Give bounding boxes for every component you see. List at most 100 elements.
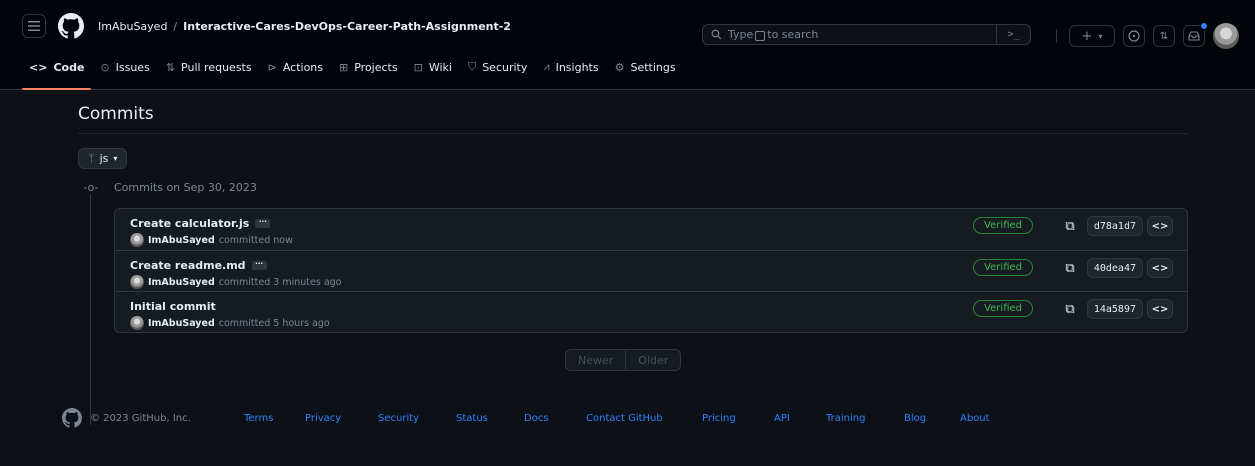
- expand-ellipsis-button[interactable]: ···: [255, 219, 271, 228]
- menu-button[interactable]: [22, 14, 46, 38]
- tab-wiki[interactable]: ⊡ Wiki: [407, 52, 459, 82]
- tab-issues[interactable]: ⊙ Issues: [93, 52, 156, 82]
- tab-label: Issues: [115, 60, 150, 74]
- header-actions: + ▾ ⇅: [1052, 22, 1239, 49]
- divider: [1056, 29, 1057, 43]
- browse-files-button[interactable]: <>: [1147, 299, 1173, 319]
- browse-files-button[interactable]: <>: [1147, 258, 1173, 278]
- breadcrumb: ImAbuSayed / Interactive-Cares-DevOps-Ca…: [98, 20, 511, 33]
- copy-sha-button[interactable]: ⧉: [1053, 299, 1087, 319]
- commit-author-link[interactable]: ImAbuSayed: [148, 318, 215, 329]
- commit-time: committed 3 minutes ago: [218, 276, 342, 288]
- footer-link-docs[interactable]: Docs: [524, 413, 586, 424]
- caret-down-icon: ▾: [113, 154, 118, 163]
- footer-link-about[interactable]: About: [960, 413, 990, 424]
- newer-button[interactable]: Newer: [566, 350, 625, 370]
- footer-link-blog[interactable]: Blog: [904, 413, 960, 424]
- search-icon: [711, 29, 722, 40]
- pull-requests-button[interactable]: ⇅: [1153, 25, 1175, 47]
- repo-owner-link[interactable]: ImAbuSayed: [98, 20, 167, 33]
- commit-author-link[interactable]: ImAbuSayed: [148, 235, 215, 246]
- issues-button[interactable]: [1123, 25, 1145, 47]
- issue-circle-icon: [1128, 30, 1140, 42]
- code-icon: <>: [29, 60, 48, 74]
- commit-sha-link[interactable]: d78a1d7: [1086, 216, 1143, 236]
- tab-label: Security: [482, 60, 528, 74]
- shield-icon: ⛉: [467, 60, 477, 73]
- pagination: Newer Older: [565, 349, 682, 371]
- slash-key-icon: /: [755, 30, 766, 41]
- repo-name-link[interactable]: Interactive-Cares-DevOps-Career-Path-Ass…: [183, 20, 511, 33]
- footer-link-terms[interactable]: Terms: [244, 413, 305, 424]
- footer-link-training[interactable]: Training: [826, 413, 904, 424]
- caret-down-icon: ▾: [1098, 31, 1103, 41]
- commit-sha-link[interactable]: 14a5897: [1086, 299, 1143, 319]
- author-avatar[interactable]: [130, 233, 144, 247]
- breadcrumb-separator: /: [173, 19, 178, 33]
- footer-link-privacy[interactable]: Privacy: [305, 413, 378, 424]
- commit-row: Create readme.md ··· ImAbuSayed committe…: [115, 250, 1187, 291]
- footer-link-pricing[interactable]: Pricing: [702, 413, 774, 424]
- commit-author-link[interactable]: ImAbuSayed: [148, 277, 215, 288]
- tab-label: Projects: [354, 60, 398, 74]
- expand-ellipsis-button[interactable]: ···: [251, 261, 267, 270]
- timeline-line: [90, 185, 91, 425]
- commit-group-header: -o- Commits on Sep 30, 2023: [82, 181, 257, 194]
- verified-badge[interactable]: Verified: [973, 300, 1033, 317]
- tab-projects[interactable]: ⊞ Projects: [332, 52, 405, 82]
- footer-link-security[interactable]: Security: [378, 413, 456, 424]
- notification-dot: [1200, 22, 1208, 30]
- tab-code[interactable]: <> Code: [22, 52, 92, 90]
- commit-message-link[interactable]: Create readme.md: [130, 259, 246, 272]
- verified-badge[interactable]: Verified: [973, 217, 1033, 234]
- footer-link-status[interactable]: Status: [456, 413, 524, 424]
- table-icon: ⊞: [339, 60, 349, 74]
- code-icon: <>: [1151, 303, 1169, 315]
- pull-request-icon: ⇅: [165, 60, 176, 74]
- tab-pull-requests[interactable]: ⇅ Pull requests: [159, 52, 259, 82]
- branch-icon: ᛘ: [88, 152, 95, 165]
- tab-actions[interactable]: ⊳ Actions: [261, 52, 330, 82]
- commit-message-link[interactable]: Create calculator.js: [130, 217, 249, 230]
- tab-settings[interactable]: ⚙ Settings: [608, 52, 683, 82]
- footer-link-contact[interactable]: Contact GitHub: [586, 413, 702, 424]
- author-avatar[interactable]: [130, 275, 144, 289]
- commit-sha-link[interactable]: 40dea47: [1086, 258, 1143, 278]
- tab-insights[interactable]: ⩘ Insights: [536, 52, 605, 82]
- verified-badge[interactable]: Verified: [973, 259, 1033, 276]
- tab-label: Settings: [630, 60, 676, 74]
- code-icon: <>: [1151, 220, 1169, 232]
- tab-label: Pull requests: [181, 60, 252, 74]
- header: ImAbuSayed / Interactive-Cares-DevOps-Ca…: [0, 0, 1255, 90]
- commit-row: Create calculator.js ··· ImAbuSayed comm…: [115, 209, 1187, 250]
- tab-label: Actions: [282, 60, 324, 74]
- browse-files-button[interactable]: <>: [1147, 216, 1173, 236]
- search-input[interactable]: Type / to search >_: [702, 24, 1031, 45]
- branch-name: js: [99, 152, 109, 165]
- copy-sha-button[interactable]: ⧉: [1053, 216, 1087, 236]
- pull-request-icon: ⇅: [1159, 30, 1169, 42]
- user-avatar[interactable]: [1213, 23, 1239, 49]
- hamburger-icon: [28, 21, 40, 31]
- older-button[interactable]: Older: [625, 350, 680, 370]
- code-icon: <>: [1151, 262, 1169, 274]
- tab-label: Wiki: [428, 60, 452, 74]
- copy-icon: ⧉: [1065, 260, 1075, 276]
- branch-selector[interactable]: ᛘ js ▾: [78, 148, 128, 169]
- issue-icon: ⊙: [100, 60, 110, 74]
- book-icon: ⊡: [413, 60, 423, 74]
- github-logo-icon[interactable]: [58, 13, 84, 39]
- inbox-button[interactable]: [1183, 22, 1208, 47]
- github-logo-icon[interactable]: [62, 408, 82, 428]
- footer: © 2023 GitHub, Inc. Terms Privacy Securi…: [62, 408, 990, 428]
- tab-label: Code: [53, 60, 85, 74]
- commit-message-link[interactable]: Initial commit: [130, 300, 216, 313]
- copy-sha-button[interactable]: ⧉: [1053, 258, 1087, 278]
- graph-icon: ⩘: [543, 60, 550, 73]
- tab-security[interactable]: ⛉ Security: [461, 52, 534, 82]
- footer-link-api[interactable]: API: [774, 413, 826, 424]
- author-avatar[interactable]: [130, 316, 144, 330]
- plus-icon: +: [1081, 28, 1093, 44]
- create-new-button[interactable]: + ▾: [1069, 25, 1115, 47]
- command-palette-button[interactable]: >_: [996, 24, 1030, 45]
